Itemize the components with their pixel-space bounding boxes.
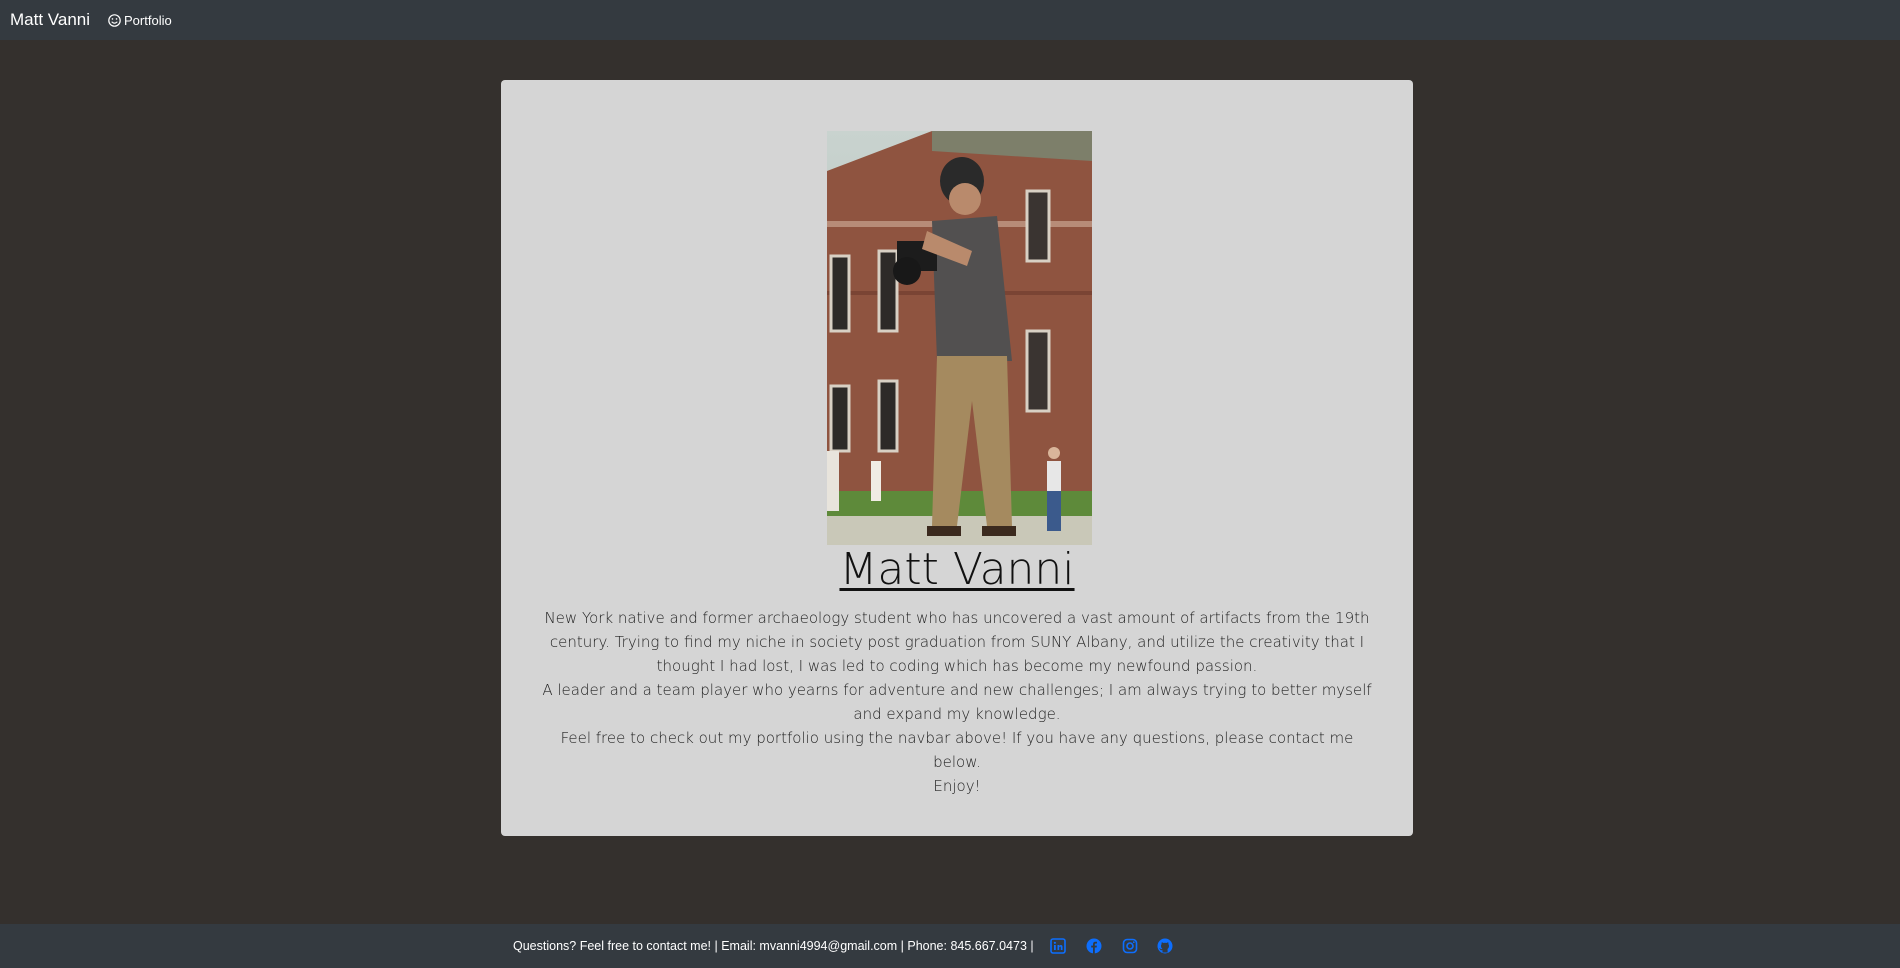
brand-link[interactable]: Matt Vanni [10,10,90,30]
portfolio-link-label: Portfolio [124,12,172,28]
facebook-icon[interactable] [1086,938,1102,954]
portfolio-link[interactable]: Portfolio [108,13,172,28]
photo-icon [827,131,1092,545]
contact-footer: Questions? Feel free to contact me! | Em… [0,924,1900,968]
linkedin-icon[interactable] [1050,938,1066,954]
bio-paragraph-4: Enjoy! [933,777,981,795]
smile-icon [108,13,121,27]
profile-name: Matt Vanni [839,544,1075,595]
contact-text: Questions? Feel free to contact me! | Em… [513,939,1034,953]
top-navbar: Matt Vanni Portfolio [0,0,1900,40]
instagram-icon[interactable] [1122,938,1138,954]
bio-paragraph-2: A leader and a team player who yearns fo… [542,681,1372,723]
bio-text: New York native and former archaeology s… [537,606,1377,798]
github-icon[interactable] [1157,938,1173,954]
profile-card: Matt Vanni New York native and former ar… [501,80,1413,836]
profile-photo [827,131,1092,545]
bio-paragraph-3: Feel free to check out my portfolio usin… [560,729,1354,771]
bio-paragraph-1: New York native and former archaeology s… [544,609,1370,675]
